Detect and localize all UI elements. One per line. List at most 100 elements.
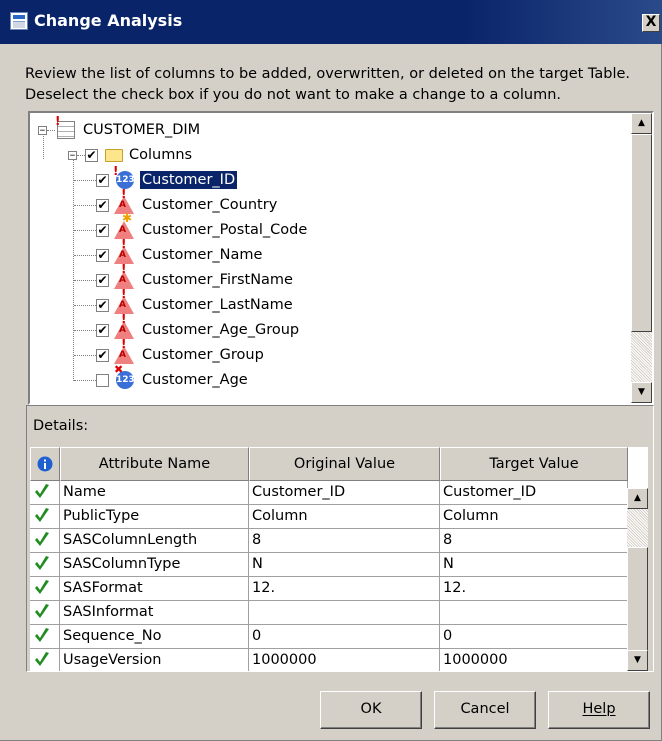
details-row[interactable]: SASFormat 12. 12. [30,577,628,601]
help-button[interactable]: Help [548,691,650,729]
cancel-button[interactable]: Cancel [434,691,536,729]
deleted-badge-icon: ✖ [114,363,124,376]
column-name: Customer_FirstName [142,272,293,288]
title-bar[interactable]: Change Analysis X [0,0,662,44]
modified-badge-icon: ! [121,237,127,251]
details-row[interactable]: Sequence_No 0 0 [30,625,628,649]
details-scroll-track-upper[interactable] [627,509,648,547]
tree-connector [77,154,85,156]
attribute-cell[interactable]: SASColumnType [60,553,249,577]
status-cell [30,649,60,671]
scroll-down-arrow-icon[interactable]: ▼ [631,382,652,403]
tree-column-node[interactable]: ✔! Customer_Age_Group [74,312,301,342]
table-modified-badge-icon: ! [55,114,61,128]
column-name: Customer_LastName [142,297,293,313]
target-cell[interactable]: 0 [440,625,628,649]
column-checkbox[interactable]: ✔ [96,298,109,312]
ok-button[interactable]: OK [320,691,422,729]
original-cell[interactable] [249,601,440,625]
close-button[interactable]: X [642,14,660,32]
help-button-label: Help [582,701,616,717]
attribute-cell[interactable]: PublicType [60,505,249,529]
column-checkbox[interactable]: ✔ [96,323,109,337]
column-checkbox[interactable]: ✔ [96,248,109,262]
tree-connector [74,354,96,356]
target-cell[interactable] [440,601,628,625]
scroll-up-arrow-icon[interactable]: ▲ [631,113,652,134]
table-icon: ! [55,114,75,139]
tree-column-node[interactable]: ✔! Customer_Name [74,237,264,267]
scroll-thumb[interactable] [631,134,652,332]
column-checkbox[interactable]: ✔ [96,173,109,187]
column-checkbox[interactable] [96,373,109,387]
tree-column-node[interactable]: ✔ ✱ Customer_Postal_Code [74,211,309,242]
details-scroll-up-arrow-icon[interactable]: ▲ [627,488,648,509]
info-column-header[interactable] [30,447,60,481]
tree-vertical-scrollbar[interactable]: ▲ ▼ [631,113,652,403]
target-value-header[interactable]: Target Value [440,447,628,481]
numeric-column-icon: 123 ✖ [114,363,135,389]
details-panel: Details: Attribute Name Original Value T… [26,405,654,672]
original-cell[interactable]: Column [249,505,440,529]
tree-root-label: CUSTOMER_DIM [83,122,201,138]
attribute-cell[interactable]: SASFormat [60,577,249,601]
green-check-icon [35,652,49,666]
attribute-cell[interactable]: Name [60,481,249,505]
original-cell[interactable]: 0 [249,625,440,649]
tree-column-node[interactable]: ✔! Customer_Country [74,187,279,217]
details-row[interactable]: SASColumnType N N [30,553,628,577]
details-row[interactable]: PublicType Column Column [30,505,628,529]
status-cell [30,481,60,505]
modified-badge-icon: ! [121,337,127,351]
column-name: Customer_Postal_Code [142,222,308,238]
original-cell[interactable]: Customer_ID [249,481,440,505]
column-checkbox[interactable]: ✔ [96,348,109,362]
original-cell[interactable]: 1000000 [249,649,440,671]
status-cell [30,625,60,649]
attribute-name-header[interactable]: Attribute Name [60,447,249,481]
original-value-header[interactable]: Original Value [249,447,440,481]
details-row[interactable]: Name Customer_ID Customer_ID [30,481,628,505]
tree-column-node[interactable]: 123 ✖ Customer_Age [74,363,250,392]
scroll-track[interactable] [631,332,652,382]
column-checkbox[interactable]: ✔ [96,198,109,212]
target-cell[interactable]: Column [440,505,628,529]
details-label: Details: [33,418,89,434]
tree-column-node[interactable]: ✔! Customer_LastName [74,287,295,317]
target-cell[interactable]: N [440,553,628,577]
tree-root-node[interactable]: −! CUSTOMER_DIM [38,114,201,142]
tree-column-node[interactable]: ✔ 123! Customer_ID [74,164,239,192]
column-checkbox[interactable]: ✔ [96,223,109,237]
original-cell[interactable]: 12. [249,577,440,601]
details-grid[interactable]: Attribute Name Original Value Target Val… [30,447,648,671]
details-vertical-scrollbar[interactable]: ▲ ▼ [627,488,648,671]
status-cell [30,553,60,577]
tree-connector [74,279,96,281]
target-cell[interactable]: 1000000 [440,649,628,671]
collapse-folder-icon[interactable]: − [68,150,77,160]
tree-folder-node[interactable]: − ✔ Columns [68,143,192,167]
details-row[interactable]: UsageVersion 1000000 1000000 [30,649,628,671]
modified-badge-icon: ! [121,312,127,326]
tree-column-node[interactable]: ✔! Customer_FirstName [74,262,295,292]
details-row[interactable]: SASInformat [30,601,628,625]
original-cell[interactable]: N [249,553,440,577]
tree-connector [47,129,55,131]
target-cell[interactable]: 12. [440,577,628,601]
details-row[interactable]: SASColumnLength 8 8 [30,529,628,553]
tree-column-node[interactable]: ✔! Customer_Group [74,337,266,367]
attribute-cell[interactable]: SASColumnLength [60,529,249,553]
attribute-cell[interactable]: SASInformat [60,601,249,625]
target-cell[interactable]: Customer_ID [440,481,628,505]
window-title: Change Analysis [34,11,183,30]
attribute-cell[interactable]: UsageVersion [60,649,249,671]
folder-checkbox[interactable]: ✔ [85,148,98,162]
original-cell[interactable]: 8 [249,529,440,553]
target-cell[interactable]: 8 [440,529,628,553]
column-checkbox[interactable]: ✔ [96,273,109,287]
columns-tree-view[interactable]: −! CUSTOMER_DIM − ✔ Columns ✔ 123! Customer_ID ✔… [28,111,654,405]
attribute-cell[interactable]: Sequence_No [60,625,249,649]
details-scroll-thumb[interactable] [627,547,648,651]
details-scroll-down-arrow-icon[interactable]: ▼ [627,650,648,671]
modified-badge-icon: ! [121,287,127,301]
